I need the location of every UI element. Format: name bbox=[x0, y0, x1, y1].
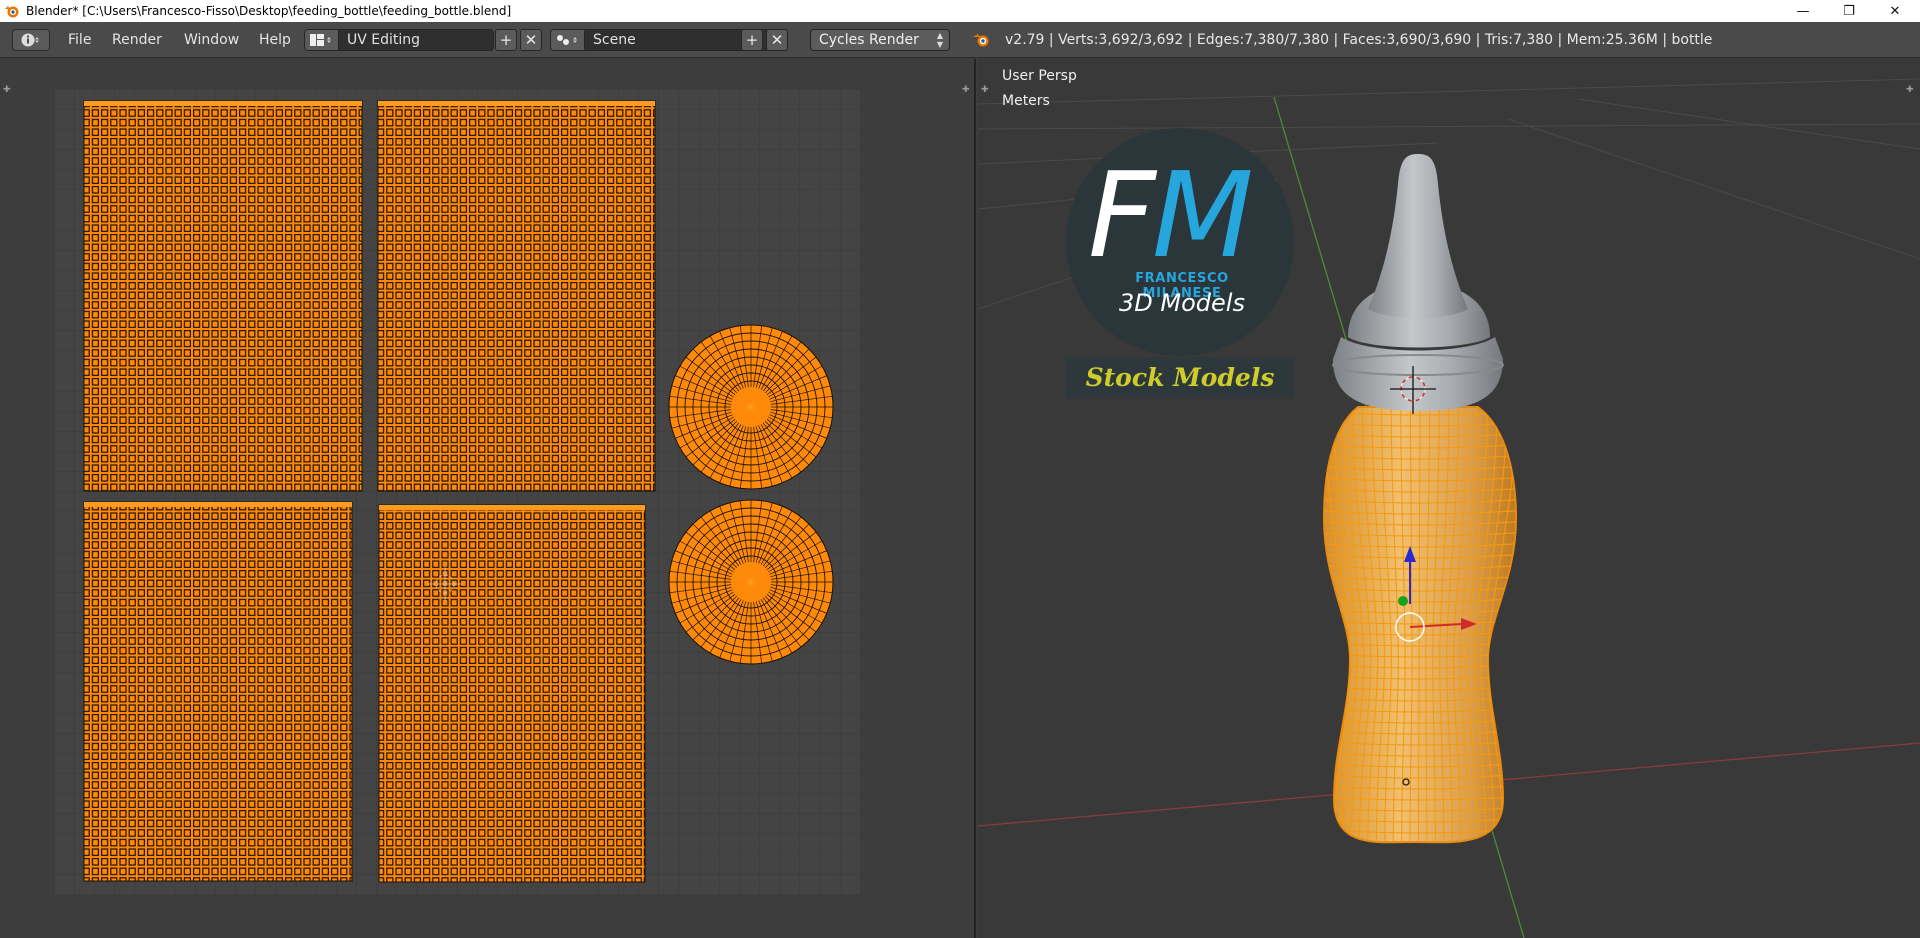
scene-selector[interactable]: Scene bbox=[550, 29, 770, 51]
uv-island-top-right[interactable] bbox=[377, 100, 656, 492]
watermark-banner: Stock Models bbox=[1066, 357, 1294, 397]
window-title: Blender* [C:\Users\Francesco-Fisso\Deskt… bbox=[26, 4, 512, 18]
restore-icon: ❐ bbox=[1843, 3, 1855, 19]
uv-island-disc-top[interactable] bbox=[668, 324, 834, 490]
plus-icon: + bbox=[499, 31, 513, 49]
close-button[interactable]: ✕ bbox=[1872, 0, 1918, 22]
menu-window[interactable]: Window bbox=[180, 29, 243, 51]
add-scene-button[interactable]: + bbox=[741, 29, 763, 51]
units-label: Meters bbox=[1002, 93, 1050, 109]
screen-layout-selector[interactable]: UV Editing bbox=[304, 29, 494, 51]
watermark-letter-f: F bbox=[1088, 146, 1156, 284]
restore-button[interactable]: ❐ bbox=[1826, 0, 1872, 22]
close-icon: ✕ bbox=[1889, 3, 1901, 19]
window-title-bar: Blender* [C:\Users\Francesco-Fisso\Deskt… bbox=[0, 0, 1920, 22]
plus-icon: + bbox=[745, 31, 759, 49]
watermark-letter-m: M bbox=[1151, 146, 1254, 284]
menu-file[interactable]: File bbox=[64, 29, 95, 51]
scene-icon bbox=[551, 30, 585, 50]
info-icon bbox=[21, 33, 39, 47]
uv-island-bottom-right[interactable] bbox=[378, 504, 646, 883]
info-header: File Render Window Help UV Editing + ✕ S… bbox=[0, 22, 1920, 58]
region-toggle-icon[interactable]: ✚ bbox=[962, 85, 972, 95]
x-icon: ✕ bbox=[770, 31, 784, 49]
screen-layout-name: UV Editing bbox=[347, 32, 421, 48]
watermark-subtitle: 3D Models bbox=[1119, 289, 1245, 317]
watermark-fm: FM bbox=[1088, 156, 1254, 274]
add-layout-button[interactable]: + bbox=[495, 29, 517, 51]
view-perspective-label: User Persp bbox=[1002, 68, 1077, 84]
region-toggle-icon[interactable]: ✚ bbox=[3, 85, 13, 95]
x-icon: ✕ bbox=[524, 31, 538, 49]
editor-type-selector[interactable] bbox=[12, 29, 50, 51]
blender-logo-icon bbox=[5, 6, 19, 18]
bottle-cap[interactable] bbox=[1332, 154, 1504, 411]
delete-layout-button[interactable]: ✕ bbox=[520, 29, 542, 51]
3d-viewport[interactable]: ✚ ✚ User Persp Meters FM FRANCESCO MILAN… bbox=[978, 59, 1920, 938]
minimize-icon: — bbox=[1796, 3, 1810, 19]
render-engine-name: Cycles Render bbox=[819, 32, 919, 48]
blender-icon bbox=[973, 34, 989, 47]
uv-island-top-left[interactable] bbox=[83, 100, 363, 492]
uv-image-editor[interactable]: ✚ ✚ bbox=[0, 59, 976, 938]
delete-scene-button[interactable]: ✕ bbox=[766, 29, 788, 51]
updown-arrows-icon: ▲ ▼ bbox=[936, 31, 943, 49]
layout-icon bbox=[305, 30, 339, 50]
render-engine-selector[interactable]: Cycles Render ▲ ▼ bbox=[810, 29, 950, 51]
uv-canvas[interactable] bbox=[54, 89, 860, 894]
menu-render[interactable]: Render bbox=[108, 29, 166, 51]
uv-island-disc-bottom[interactable] bbox=[668, 499, 834, 665]
bottle-body-mesh[interactable] bbox=[1308, 406, 1528, 849]
scene-statistics: v2.79 | Verts:3,692/3,692 | Edges:7,380/… bbox=[1005, 32, 1713, 48]
uv-island-bottom-left[interactable] bbox=[83, 501, 353, 882]
menu-help[interactable]: Help bbox=[255, 29, 295, 51]
minimize-button[interactable]: — bbox=[1780, 0, 1826, 22]
